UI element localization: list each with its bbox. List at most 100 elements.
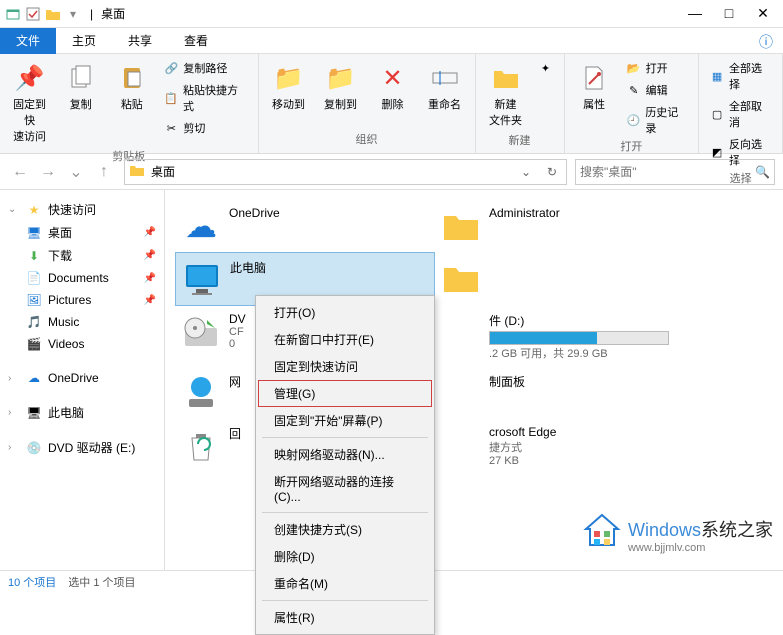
sidebar-onedrive[interactable]: ›☁OneDrive bbox=[4, 367, 160, 389]
tab-file[interactable]: 文件 bbox=[0, 28, 56, 54]
minimize-button[interactable]: — bbox=[687, 5, 703, 22]
new-folder-button[interactable]: 新建 文件夹 bbox=[482, 58, 530, 132]
sidebar-documents[interactable]: 📄Documents📌 bbox=[4, 267, 160, 289]
cloud-icon: ☁ bbox=[26, 370, 42, 386]
sidebar-downloads[interactable]: ⬇下载📌 bbox=[4, 244, 160, 267]
pin-icon: 📌 bbox=[144, 227, 156, 238]
pc-icon: 🖥 bbox=[26, 405, 42, 421]
up-button[interactable]: ↑ bbox=[92, 160, 116, 184]
help-icon[interactable]: ⓘ bbox=[759, 32, 773, 52]
music-icon: 🎵 bbox=[26, 314, 42, 330]
edit-button[interactable]: ✎编辑 bbox=[622, 80, 693, 100]
address-dropdown-icon[interactable]: ⌄ bbox=[516, 165, 536, 179]
search-input[interactable] bbox=[580, 165, 755, 179]
cm-map-drive[interactable]: 映射网络驱动器(N)... bbox=[258, 441, 432, 468]
watermark: Windows系统之家 www.bjjmlv.com bbox=[582, 511, 773, 559]
sidebar-quick-access[interactable]: ⌄★ 快速访问 bbox=[4, 198, 160, 221]
cloud-icon: ☁ bbox=[181, 206, 221, 246]
pictures-icon: 🖼 bbox=[26, 292, 42, 308]
history-button[interactable]: 🕘历史记录 bbox=[622, 102, 693, 138]
item-administrator[interactable]: Administrator bbox=[435, 200, 695, 252]
select-all-icon: ▦ bbox=[709, 68, 725, 84]
open-button[interactable]: 📂打开 bbox=[622, 58, 693, 78]
cm-open-new-window[interactable]: 在新窗口中打开(E) bbox=[258, 326, 432, 353]
rename-button[interactable]: 重命名 bbox=[421, 58, 469, 116]
cm-disconnect-drive[interactable]: 断开网络驱动器的连接(C)... bbox=[258, 468, 432, 509]
paste-button[interactable]: 粘贴 bbox=[108, 58, 155, 116]
delete-button[interactable]: ✕ 删除 bbox=[369, 58, 417, 116]
select-none-button[interactable]: ▢全部取消 bbox=[705, 96, 776, 132]
cm-manage[interactable]: 管理(G) bbox=[258, 380, 432, 407]
copy-path-button[interactable]: 🔗复制路径 bbox=[159, 58, 251, 78]
scissors-icon: ✂ bbox=[163, 120, 179, 136]
checkbox-icon[interactable] bbox=[24, 5, 42, 23]
cm-create-shortcut[interactable]: 创建快捷方式(S) bbox=[258, 516, 432, 543]
refresh-button[interactable]: ↻ bbox=[542, 165, 562, 179]
cm-rename[interactable]: 重命名(M) bbox=[258, 570, 432, 597]
cm-separator bbox=[262, 512, 428, 513]
open-folder-icon: 📂 bbox=[626, 60, 642, 76]
shortcut-icon: 📋 bbox=[163, 90, 179, 106]
recycle-icon bbox=[181, 425, 221, 465]
cut-button[interactable]: ✂剪切 bbox=[159, 118, 251, 138]
selected-count: 选中 1 个项目 bbox=[68, 574, 135, 590]
sidebar-videos[interactable]: 🎬Videos bbox=[4, 333, 160, 355]
properties-icon bbox=[578, 62, 610, 94]
cm-pin-start[interactable]: 固定到"开始"屏幕(P) bbox=[258, 407, 432, 434]
close-button[interactable]: ✕ bbox=[755, 5, 771, 22]
history-icon: 🕘 bbox=[626, 112, 642, 128]
folder-icon[interactable] bbox=[44, 5, 62, 23]
cm-separator bbox=[262, 600, 428, 601]
item-control-panel[interactable]: ⚙ 制面板 bbox=[435, 367, 695, 419]
cm-properties[interactable]: 属性(R) bbox=[258, 604, 432, 631]
copy-to-button[interactable]: 📁 复制到 bbox=[317, 58, 365, 116]
paste-shortcut-button[interactable]: 📋粘贴快捷方式 bbox=[159, 80, 251, 116]
desktop-icon: 🖥 bbox=[26, 225, 42, 241]
folder-icon bbox=[441, 206, 481, 246]
select-none-icon: ▢ bbox=[709, 106, 725, 122]
cm-pin-quick-access[interactable]: 固定到快速访问 bbox=[258, 353, 432, 380]
tab-share[interactable]: 共享 bbox=[112, 28, 168, 54]
copy-button[interactable]: 复制 bbox=[57, 58, 104, 116]
new-group-label: 新建 bbox=[509, 132, 531, 150]
item-edge[interactable]: 🌐 crosoft Edge 捷方式 27 KB bbox=[435, 419, 695, 473]
address-bar[interactable]: 桌面 ⌄ ↻ bbox=[124, 159, 567, 185]
qat-dropdown-icon[interactable]: ▾ bbox=[64, 5, 82, 23]
folder-icon bbox=[441, 258, 481, 298]
item-folder-right[interactable] bbox=[435, 252, 695, 306]
sidebar-pictures[interactable]: 🖼Pictures📌 bbox=[4, 289, 160, 311]
videos-icon: 🎬 bbox=[26, 336, 42, 352]
cm-separator bbox=[262, 437, 428, 438]
move-icon: 📁 bbox=[273, 62, 305, 94]
delete-icon: ✕ bbox=[377, 62, 409, 94]
properties-button[interactable]: 属性 bbox=[571, 58, 618, 116]
item-disk-d[interactable]: 🖴 件 (D:) .2 GB 可用，共 29.9 GB bbox=[435, 306, 695, 367]
item-onedrive[interactable]: ☁ OneDrive bbox=[175, 200, 435, 252]
recent-dropdown[interactable]: ⌄ bbox=[64, 160, 88, 184]
forward-button[interactable]: → bbox=[36, 160, 60, 184]
new-item-button[interactable]: ✦ bbox=[534, 58, 558, 78]
sidebar-this-pc[interactable]: ›🖥此电脑 bbox=[4, 401, 160, 424]
address-folder-icon bbox=[129, 163, 145, 180]
back-button[interactable]: ← bbox=[8, 160, 32, 184]
select-all-button[interactable]: ▦全部选择 bbox=[705, 58, 776, 94]
new-folder-icon bbox=[490, 62, 522, 94]
search-icon[interactable]: 🔍 bbox=[755, 165, 770, 179]
search-box[interactable]: 🔍 bbox=[575, 159, 775, 185]
titlebar-separator: | bbox=[90, 7, 93, 21]
cm-open[interactable]: 打开(O) bbox=[258, 299, 432, 326]
new-item-icon: ✦ bbox=[538, 60, 554, 76]
address-text: 桌面 bbox=[151, 163, 510, 180]
paste-icon bbox=[116, 62, 148, 94]
house-icon bbox=[582, 511, 622, 559]
tab-view[interactable]: 查看 bbox=[168, 28, 224, 54]
tab-home[interactable]: 主页 bbox=[56, 28, 112, 54]
network-icon bbox=[181, 373, 221, 413]
sidebar-dvd[interactable]: ›💿DVD 驱动器 (E:) bbox=[4, 436, 160, 459]
cm-delete[interactable]: 删除(D) bbox=[258, 543, 432, 570]
pin-to-quickaccess-button[interactable]: 📌 固定到快 速访问 bbox=[6, 58, 53, 148]
sidebar-desktop[interactable]: 🖥桌面📌 bbox=[4, 221, 160, 244]
move-to-button[interactable]: 📁 移动到 bbox=[265, 58, 313, 116]
maximize-button[interactable]: □ bbox=[721, 5, 737, 22]
sidebar-music[interactable]: 🎵Music bbox=[4, 311, 160, 333]
